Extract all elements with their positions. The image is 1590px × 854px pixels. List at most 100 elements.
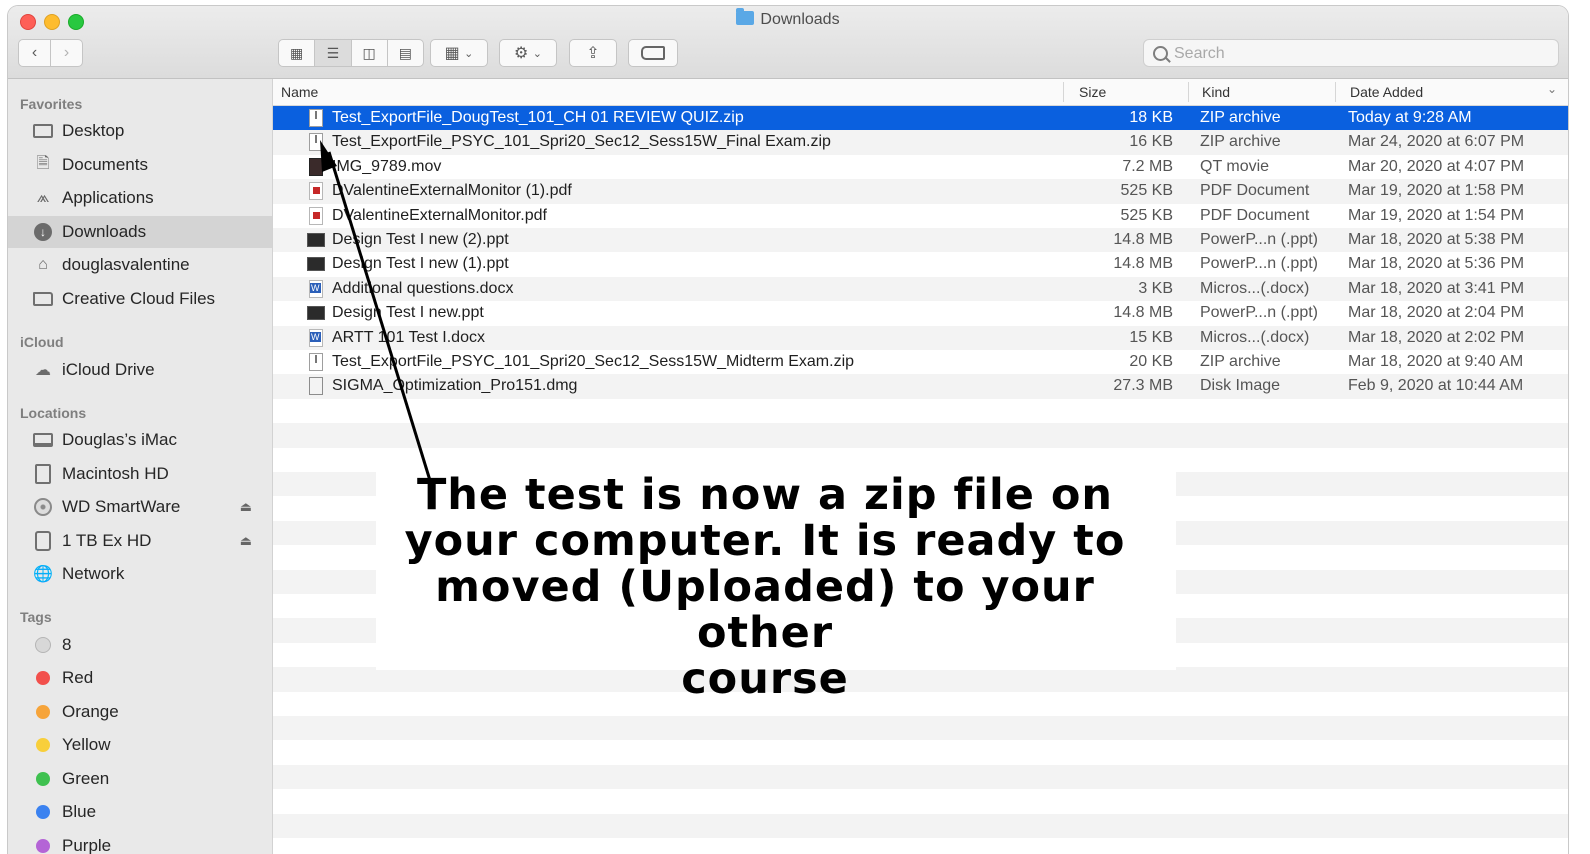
tag-icon (641, 46, 665, 60)
tag-dot-icon (36, 671, 50, 685)
file-date-added: Mar 18, 2020 at 3:41 PM (1348, 279, 1525, 297)
sidebar-tag-purple[interactable]: Purple (8, 830, 272, 854)
empty-row (273, 764, 1568, 790)
sidebar-tag-blue[interactable]: Blue (8, 796, 272, 828)
zip-file-icon (309, 109, 323, 127)
back-button[interactable]: ‹ (18, 39, 51, 67)
eject-icon[interactable]: ⏏ (240, 533, 252, 549)
sidebar-item-desktop[interactable]: Desktop (8, 115, 272, 147)
file-row[interactable]: DValentineExternalMonitor.pdf 525 KB PDF D… (273, 204, 1568, 228)
file-kind: Micros...(.docx) (1200, 279, 1310, 297)
view-mode-group: ▦ ☰ ◫ ▤ (278, 39, 424, 67)
icon-view-button[interactable]: ▦ (279, 40, 316, 66)
gear-icon: ⚙ (513, 45, 529, 62)
file-size: 525 KB (1120, 182, 1173, 200)
file-size: 18 KB (1129, 109, 1173, 126)
tag-dot-icon (36, 705, 50, 719)
file-kind: PowerP...n (.ppt) (1200, 231, 1318, 248)
file-name: Design Test I new (2).ppt (332, 231, 509, 248)
sidebar-section-tags: Tags (20, 609, 52, 625)
sidebar-tag-orange[interactable]: Orange (8, 696, 272, 728)
column-size[interactable]: Size (1079, 84, 1106, 102)
sidebar-item-wd-smartware[interactable]: WD SmartWare ⏏ (8, 491, 272, 523)
ppt-file-icon (307, 257, 325, 272)
file-name: Test_ExportFile_PSYC_101_Spri20_Sec12_Se… (332, 353, 855, 370)
tag-dot-icon (36, 738, 50, 752)
file-row[interactable]: DValentineExternalMonitor (1).pdf 525 KB P… (273, 179, 1568, 204)
cloud-icon: ☁ (35, 362, 51, 379)
file-name: IMG_9789.mov (332, 157, 442, 175)
tag-dot-icon (36, 805, 50, 819)
list-view-button[interactable]: ☰ (315, 40, 352, 66)
home-icon: ⌂ (38, 256, 48, 273)
column-kind[interactable]: Kind (1202, 84, 1230, 102)
sidebar-item-network[interactable]: 🌐 Network (8, 558, 272, 590)
sidebar-item-creative-cloud[interactable]: Creative Cloud Files (8, 283, 272, 315)
pdf-file-icon (309, 182, 323, 201)
sidebar-item-downloads[interactable]: ↓ Downloads (8, 216, 272, 248)
file-row[interactable]: SIGMA_Optimization_Pro151.dmg 27.3 MB Disk… (273, 374, 1568, 399)
gallery-view-button[interactable]: ▤ (388, 40, 423, 66)
file-date-added: Mar 18, 2020 at 2:02 PM (1348, 328, 1525, 346)
sidebar-item-macintosh-hd[interactable]: Macintosh HD (8, 458, 272, 490)
column-header: Name Size Kind Date Added ⌄ (273, 79, 1568, 106)
chevron-down-icon: ⌄ (464, 47, 474, 60)
file-name: DValentineExternalMonitor.pdf (332, 206, 547, 224)
file-row[interactable]: Design Test I new (1).ppt 14.8 MB PowerP..… (273, 252, 1568, 276)
sidebar-tag-8[interactable]: 8 (8, 629, 272, 661)
action-button[interactable]: ⚙ ⌄ (499, 39, 557, 67)
ppt-file-icon (307, 306, 325, 321)
file-row[interactable]: Test_ExportFile_DougTest_101_CH 01 REVIE… (273, 106, 1568, 131)
eject-icon[interactable]: ⏏ (240, 499, 252, 515)
sidebar-section-favorites: Favorites (20, 96, 83, 112)
sidebar-item-external-hd[interactable]: 1 TB Ex HD ⏏ (8, 525, 272, 557)
tag-dot-icon (36, 839, 50, 853)
sidebar-item-imac[interactable]: Douglas’s iMac (8, 424, 272, 456)
sidebar-item-icloud-drive[interactable]: ☁ iCloud Drive (8, 354, 272, 386)
sidebar-item-applications[interactable]: ⩕ Applications (8, 182, 272, 214)
file-row[interactable]: IMG_9789.mov 7.2 MB QT movie Mar 20, 2020 a… (273, 155, 1568, 179)
share-button[interactable]: ⇪ (569, 39, 617, 67)
file-row[interactable]: Design Test I new.ppt 14.8 MB PowerP...n (… (273, 301, 1568, 325)
file-date-added: Mar 19, 2020 at 1:58 PM (1348, 182, 1525, 200)
file-row[interactable]: Design Test I new (2).ppt 14.8 MB PowerP..… (273, 228, 1568, 253)
sidebar-item-documents[interactable]: 🗎 Documents (8, 149, 272, 181)
dmg-file-icon (309, 377, 323, 396)
tag-button[interactable] (628, 39, 678, 67)
file-size: 14.8 MB (1113, 231, 1173, 248)
sidebar-tag-yellow[interactable]: Yellow (8, 729, 272, 761)
sidebar-item-home[interactable]: ⌂ douglasvalentine (8, 249, 272, 281)
empty-row (273, 716, 1568, 741)
forward-button[interactable]: › (50, 39, 83, 67)
sidebar-tag-green[interactable]: Green (8, 763, 272, 795)
toolbar: Downloads ‹ › ▦ ☰ ◫ ▤ ▦ ⌄ ⚙ ⌄ ⇪ (8, 6, 1568, 79)
chevron-left-icon: ‹ (31, 44, 38, 61)
external-drive-icon (32, 531, 54, 551)
file-row[interactable]: Test_ExportFile_PSYC_101_Spri20_Sec12_Se… (273, 350, 1568, 374)
tag-dot-icon (36, 772, 50, 786)
ppt-file-icon (307, 233, 325, 247)
file-date-added: Today at 9:28 AM (1348, 109, 1472, 126)
file-row[interactable]: Additional questions.docx 3 KB Micros...(.… (273, 276, 1568, 302)
file-name: DValentineExternalMonitor (1).pdf (332, 182, 572, 200)
file-date-added: Mar 24, 2020 at 6:07 PM (1348, 133, 1525, 151)
file-name: Test_ExportFile_DougTest_101_CH 01 REVIE… (332, 109, 744, 126)
pdf-file-icon (309, 206, 323, 225)
column-name[interactable]: Name (281, 84, 318, 102)
file-size: 525 KB (1120, 206, 1173, 224)
column-date-added[interactable]: Date Added (1350, 84, 1423, 102)
sort-chevron-icon[interactable]: ⌄ (1547, 82, 1557, 100)
file-kind: QT movie (1200, 157, 1270, 175)
search-input[interactable] (1172, 42, 1546, 66)
documents-icon: 🗎 (36, 154, 50, 172)
file-name: Design Test I new (1).ppt (332, 255, 509, 273)
file-kind: ZIP archive (1200, 353, 1281, 370)
search-field[interactable] (1143, 39, 1559, 67)
column-view-button[interactable]: ◫ (352, 40, 388, 66)
group-by-button[interactable]: ▦ ⌄ (430, 39, 488, 67)
file-name: SIGMA_Optimization_Pro151.dmg (332, 377, 578, 395)
file-date-added: Mar 19, 2020 at 1:54 PM (1348, 206, 1525, 224)
sidebar-tag-red[interactable]: Red (8, 662, 272, 694)
file-row[interactable]: ARTT 101 Test I.docx 15 KB Micros...(.docx… (273, 325, 1568, 350)
file-row[interactable]: Test_ExportFile_PSYC_101_Spri20_Sec12_Se… (273, 130, 1568, 155)
